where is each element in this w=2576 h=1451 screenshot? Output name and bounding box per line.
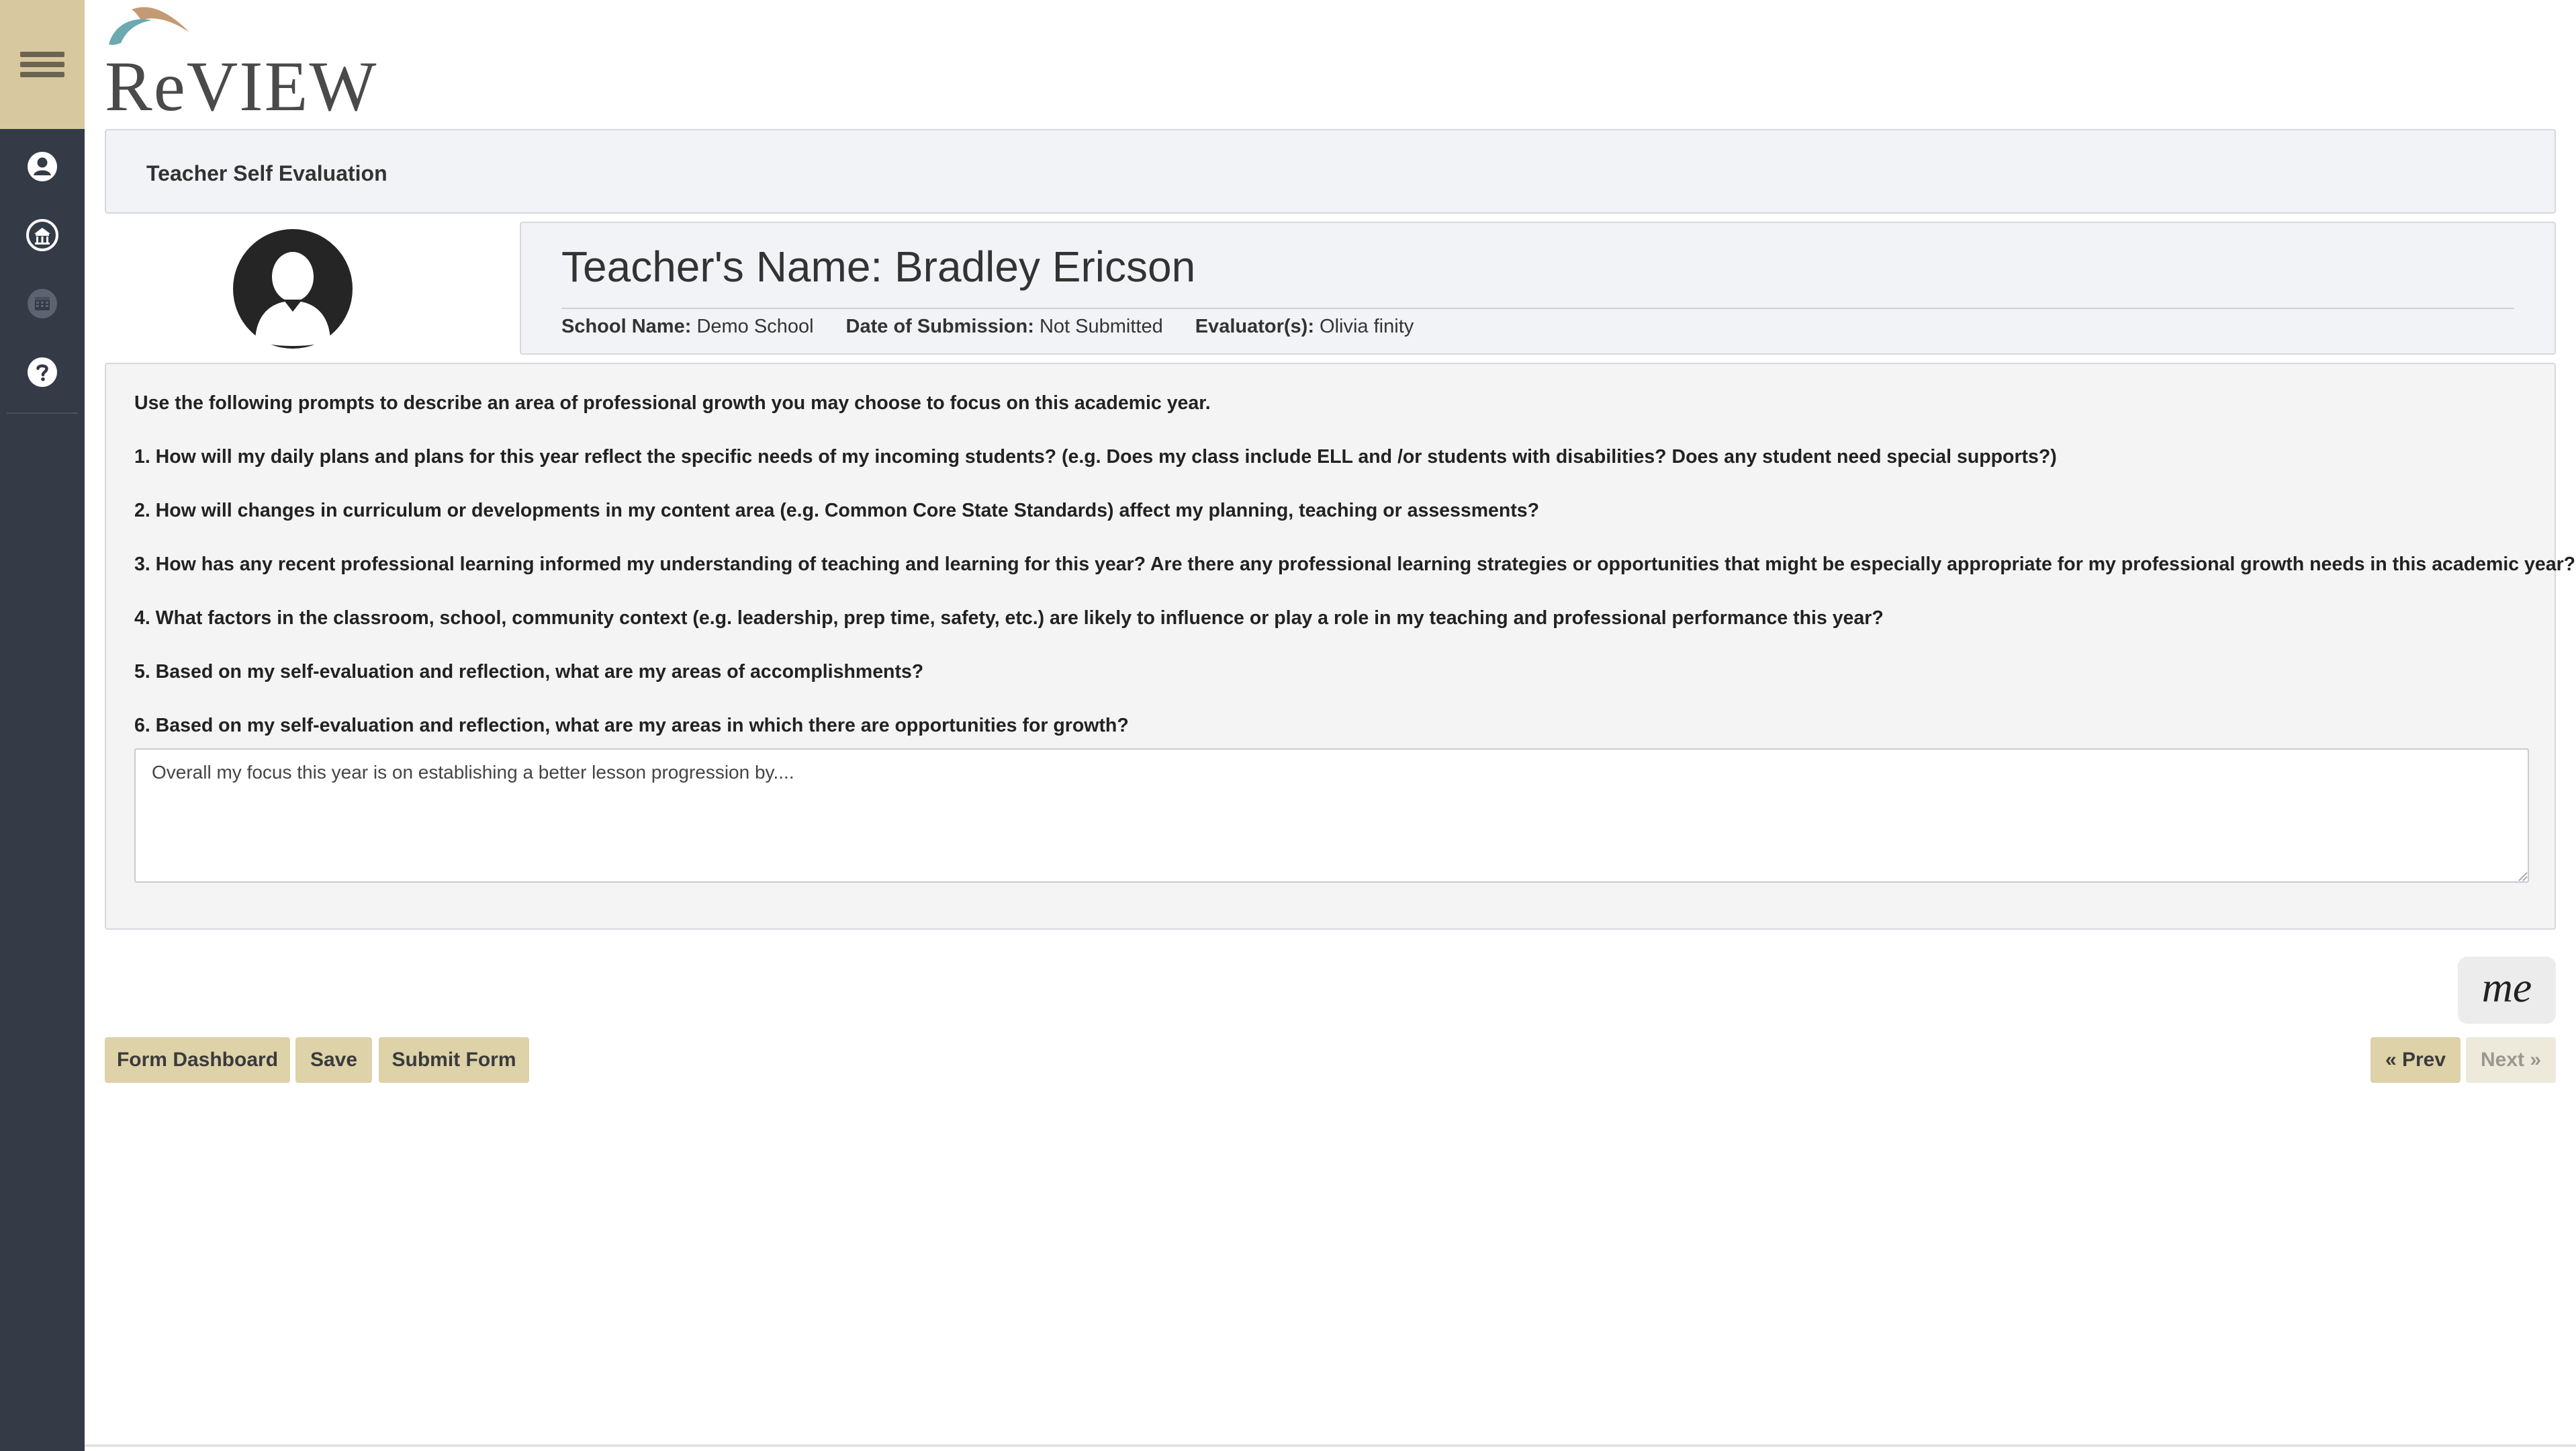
save-button[interactable]: Save xyxy=(295,1037,372,1083)
submission-date-field: Date of Submission: Not Submitted xyxy=(846,316,1163,338)
app-logo: ReVIEW xyxy=(105,4,376,122)
form-dashboard-button[interactable]: Form Dashboard xyxy=(105,1037,290,1083)
prompts-panel: Use the following prompts to describe an… xyxy=(105,363,2575,930)
teacher-meta-row: School Name: Demo School Date of Submiss… xyxy=(561,316,1414,338)
prompt-item: 1. How will my daily plans and plans for… xyxy=(134,446,2057,468)
user-icon xyxy=(28,152,57,181)
evaluator-label: Evaluator(s): xyxy=(1195,316,1314,337)
teacher-info-card: Teacher's Name: Bradley Ericson School N… xyxy=(520,222,2556,355)
calendar-icon xyxy=(28,289,57,318)
school-name-value: Demo School xyxy=(696,316,814,337)
page-title-bar: Teacher Self Evaluation xyxy=(105,129,2556,214)
sidebar-item-calendar[interactable] xyxy=(0,270,85,337)
next-button[interactable]: Next » xyxy=(2466,1037,2556,1083)
prev-button[interactable]: « Prev xyxy=(2371,1037,2460,1083)
evaluator-field: Evaluator(s): Olivia finity xyxy=(1195,316,1414,338)
prompt-item: 3. How has any recent professional learn… xyxy=(134,554,2576,575)
submission-date-value: Not Submitted xyxy=(1039,316,1163,337)
divider xyxy=(561,308,2514,309)
growth-answer-textarea[interactable] xyxy=(134,748,2529,883)
school-name-label: School Name: xyxy=(561,316,692,337)
signature-badge[interactable]: me xyxy=(2458,957,2556,1024)
user-avatar-icon xyxy=(233,229,353,349)
submission-date-label: Date of Submission: xyxy=(845,316,1034,337)
school-icon xyxy=(26,219,58,251)
hamburger-icon xyxy=(20,47,64,82)
page-title: Teacher Self Evaluation xyxy=(146,161,387,185)
evaluator-value: Olivia finity xyxy=(1320,316,1414,337)
signature-icon: me xyxy=(2482,967,2532,1011)
prompt-item: 6. Based on my self-evaluation and refle… xyxy=(134,715,1129,736)
sidebar-item-profile[interactable] xyxy=(0,133,85,200)
resize-handle-icon[interactable] xyxy=(2517,871,2528,881)
teacher-name-heading: Teacher's Name: Bradley Ericson xyxy=(561,243,1196,291)
avatar xyxy=(232,228,353,349)
help-icon xyxy=(28,357,57,387)
submit-form-button[interactable]: Submit Form xyxy=(379,1037,529,1083)
sidebar-item-school[interactable] xyxy=(0,202,85,269)
prompt-item: 2. How will changes in curriculum or dev… xyxy=(134,500,1540,521)
prompt-item: 5. Based on my self-evaluation and refle… xyxy=(134,661,924,683)
menu-toggle-button[interactable] xyxy=(0,0,85,129)
school-name-field: School Name: Demo School xyxy=(561,316,814,338)
sidebar xyxy=(0,0,85,1451)
sidebar-item-help[interactable] xyxy=(0,339,85,406)
logo-wordmark: ReVIEW xyxy=(105,47,378,126)
signature-text: me xyxy=(2482,967,2532,1011)
prompt-intro: Use the following prompts to describe an… xyxy=(134,392,1211,414)
sidebar-divider xyxy=(7,412,78,414)
bird-logo-icon xyxy=(109,7,189,45)
prompt-item: 4. What factors in the classroom, school… xyxy=(134,607,1884,629)
footer-divider xyxy=(85,1444,2576,1447)
